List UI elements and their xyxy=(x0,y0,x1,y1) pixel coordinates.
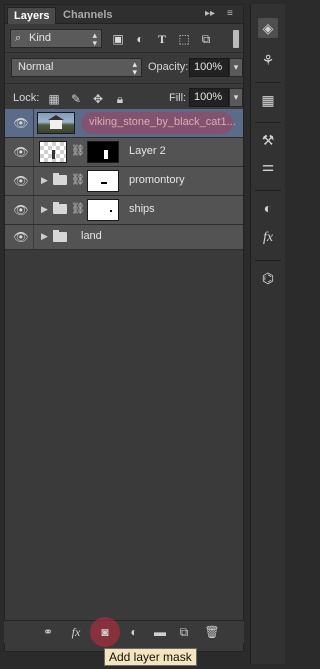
chain-link-icon[interactable]: ⛓︎ xyxy=(71,144,85,157)
visibility-eye-icon[interactable]: 👁︎ xyxy=(9,196,34,224)
adjustments-panel-icon[interactable]: ◐ xyxy=(258,198,278,218)
styles-panel-icon[interactable]: fx xyxy=(258,228,278,248)
expand-triangle-icon[interactable]: ▶ xyxy=(41,204,48,215)
fill-label: Fill: xyxy=(169,92,187,104)
layer-name[interactable]: ships xyxy=(129,203,155,215)
fx-icon[interactable]: fx xyxy=(68,624,84,640)
layer-mask-thumbnail[interactable] xyxy=(87,141,119,163)
lock-position-icon[interactable]: ✥ xyxy=(91,92,105,106)
opacity-dropdown-button[interactable]: ▾ xyxy=(229,58,243,77)
lock-transparency-icon[interactable]: ▦ xyxy=(47,92,61,106)
chain-link-icon[interactable]: ⛓︎ xyxy=(71,173,85,186)
add-layer-mask-icon[interactable]: ◙ xyxy=(97,624,113,640)
filter-toggle[interactable] xyxy=(233,30,239,48)
type-filter-icon[interactable]: T xyxy=(155,32,169,46)
folder-icon xyxy=(53,202,67,214)
adjustment-filter-icon[interactable]: ◐ xyxy=(133,32,147,46)
folder-icon xyxy=(53,173,67,185)
smart-object-filter-icon[interactable]: ⧉ xyxy=(199,32,213,46)
panel-dock: ◈ ⚘ ▦ ⚒ ⚌ ◐ fx ⌬ xyxy=(250,4,285,664)
layer-name[interactable]: Layer 2 xyxy=(129,145,166,157)
tab-channels[interactable]: Channels xyxy=(57,7,119,23)
layers-bottom-toolbar: ⚭ fx ◙ ◐ ▬ ⧉ 🗑︎ xyxy=(4,617,244,647)
layer-thumbnail xyxy=(39,141,67,163)
panel-menu-icon[interactable]: ≡ xyxy=(227,8,233,19)
fill-dropdown-button[interactable]: ▾ xyxy=(229,88,243,107)
adjustment-layer-icon[interactable]: ◐ xyxy=(126,624,142,640)
expand-triangle-icon[interactable]: ▶ xyxy=(41,175,48,186)
layer-group-ships[interactable]: 👁︎ ▶ ⛓︎ ships xyxy=(5,196,243,225)
layer-name[interactable]: viking_stone_by_black_cat1... xyxy=(89,116,236,128)
brush-presets-icon[interactable]: ⚌ xyxy=(258,156,278,176)
new-layer-icon[interactable]: ⧉ xyxy=(176,624,192,640)
blend-mode-value: Normal xyxy=(18,61,54,73)
group-mask-thumbnail[interactable] xyxy=(87,199,119,221)
layer-row-layer-2[interactable]: 👁︎ ⛓︎ Layer 2 xyxy=(5,138,243,167)
chain-link-icon[interactable]: ⛓︎ xyxy=(71,202,85,215)
layers-panel-icon[interactable]: ◈ xyxy=(258,18,278,38)
tooltip: Add layer mask xyxy=(104,648,197,666)
blend-mode-select[interactable]: Normal ▴ ▾ xyxy=(11,58,142,77)
layer-row-viking-stone[interactable]: 👁︎ viking_stone_by_black_cat1... xyxy=(5,109,243,138)
fill-field[interactable]: 100% xyxy=(189,88,229,107)
layer-thumbnail xyxy=(37,112,75,134)
opacity-label: Opacity: xyxy=(148,61,189,73)
group-mask-thumbnail[interactable] xyxy=(87,170,119,192)
layers-panel: Layers Channels ▸▸ ≡ ⌕ Kind ▴ ▾ ▣ ◐ T ⬚ ⧉… xyxy=(4,4,244,652)
lock-all-icon[interactable]: 🔒︎ xyxy=(113,92,127,106)
chevron-updown-icon: ▴ ▾ xyxy=(132,59,137,77)
filter-row: ⌕ Kind ▴ ▾ ▣ ◐ T ⬚ ⧉ xyxy=(5,25,243,53)
opacity-field[interactable]: 100% xyxy=(189,58,229,77)
expand-triangle-icon[interactable]: ▶ xyxy=(41,231,48,242)
collapse-icon[interactable]: ▸▸ xyxy=(205,8,215,19)
layer-name[interactable]: land xyxy=(81,230,102,242)
search-icon: ⌕ xyxy=(15,32,22,44)
channels-panel-icon[interactable]: ⚘ xyxy=(258,50,278,70)
brush-panel-icon[interactable]: ⚒ xyxy=(258,130,278,150)
lock-label: Lock: xyxy=(13,92,40,104)
panel-tabs: Layers Channels ▸▸ ≡ xyxy=(5,5,243,24)
trash-icon[interactable]: 🗑︎ xyxy=(204,624,220,640)
layer-name[interactable]: promontory xyxy=(129,174,185,186)
visibility-eye-icon[interactable]: 👁︎ xyxy=(9,138,34,166)
visibility-eye-icon[interactable]: 👁︎ xyxy=(9,225,34,249)
kind-filter-label: Kind xyxy=(29,32,52,44)
layer-group-land[interactable]: 👁︎ ▶ land xyxy=(5,225,243,250)
paths-panel-icon[interactable]: ⌬ xyxy=(258,268,278,288)
pixel-filter-icon[interactable]: ▣ xyxy=(111,32,125,46)
shape-filter-icon[interactable]: ⬚ xyxy=(177,32,191,46)
folder-icon xyxy=(53,230,67,242)
new-group-icon[interactable]: ▬ xyxy=(152,624,168,640)
link-layers-icon[interactable]: ⚭ xyxy=(40,624,56,640)
chevron-updown-icon: ▴ ▾ xyxy=(92,30,97,48)
visibility-eye-icon[interactable]: 👁︎ xyxy=(9,109,34,137)
properties-panel-icon[interactable]: ▦ xyxy=(258,90,278,110)
visibility-eye-icon[interactable]: 👁︎ xyxy=(9,167,34,195)
layer-group-promontory[interactable]: 👁︎ ▶ ⛓︎ promontory xyxy=(5,167,243,196)
tab-layers[interactable]: Layers xyxy=(7,7,57,24)
lock-image-pixels-icon[interactable]: ✎ xyxy=(69,92,83,106)
kind-filter-select[interactable]: ⌕ Kind ▴ ▾ xyxy=(10,29,102,48)
